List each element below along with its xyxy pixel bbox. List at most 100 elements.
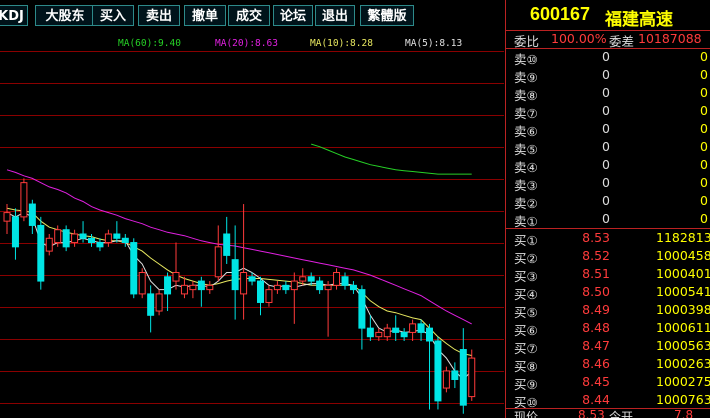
current-price-label: 现价 xyxy=(514,410,539,418)
sell-row[interactable]: 卖① 0 0 xyxy=(506,210,710,229)
buy-volume: 1000398 xyxy=(656,302,710,317)
kline-chart[interactable]: MA(60):9.40 MA(20):8.63 MA(10):8.28 MA(5):8… xyxy=(0,31,504,418)
candle-up xyxy=(468,357,476,398)
toolbar-button-2[interactable]: 买入 xyxy=(92,5,134,26)
sell-price: 0 xyxy=(602,49,610,64)
order-book-panel: 600167 福建高速 委比 100.00% 委差 10187088 卖⑩ 0 0 卖… xyxy=(505,0,710,418)
sell-row[interactable]: 卖⑤ 0 0 xyxy=(506,138,710,157)
buy-volume: 1182813 xyxy=(656,230,710,245)
buy-row[interactable]: 买⑩ 8.44 1000763 xyxy=(506,391,710,410)
candle-up xyxy=(155,293,163,312)
candle-up xyxy=(442,370,450,389)
sell-price: 0 xyxy=(602,103,610,118)
buy-row[interactable]: 买⑨ 8.45 1000275 xyxy=(506,373,710,392)
candle-up xyxy=(333,272,341,286)
candle-up xyxy=(3,212,11,222)
sell-volume: 0 xyxy=(700,85,708,100)
candle-up xyxy=(54,229,62,244)
sell-row[interactable]: 卖⑩ 0 0 xyxy=(506,48,710,67)
candle-up xyxy=(409,323,417,333)
buy-price: 8.53 xyxy=(582,230,610,245)
buy-price: 8.44 xyxy=(582,392,610,407)
candle-down xyxy=(434,340,442,402)
buy-row[interactable]: 买③ 8.51 1000401 xyxy=(506,265,710,284)
toolbar-button-3[interactable]: 卖出 xyxy=(138,5,180,26)
candle-up xyxy=(299,276,307,282)
buy-volume: 1000275 xyxy=(656,374,710,389)
toolbar-button-1[interactable]: 大股东 xyxy=(35,5,95,26)
sell-price: 0 xyxy=(602,211,610,226)
sell-row[interactable]: 卖⑥ 0 0 xyxy=(506,120,710,139)
candle-down xyxy=(282,284,290,291)
buy-row[interactable]: 买⑥ 8.48 1000611 xyxy=(506,319,710,338)
sell-row[interactable]: 卖⑦ 0 0 xyxy=(506,102,710,121)
sell-price: 0 xyxy=(602,121,610,136)
candle-up xyxy=(180,284,188,295)
toolbar: KDJ 大股东 买入 卖出 撤单 成交 论坛 退出 繁體版 xyxy=(0,0,505,31)
toolbar-button-7[interactable]: 退出 xyxy=(315,5,355,26)
candle-down xyxy=(79,233,87,239)
buy-volume: 1000541 xyxy=(656,284,710,299)
buy-row[interactable]: 买⑧ 8.46 1000263 xyxy=(506,355,710,374)
buy-price: 8.52 xyxy=(582,248,610,263)
buy-price: 8.51 xyxy=(582,266,610,281)
sell-row[interactable]: 卖② 0 0 xyxy=(506,192,710,211)
candle-down xyxy=(96,242,104,248)
candle-down xyxy=(366,327,374,338)
weibi-row: 委比 100.00% 委差 10187088 xyxy=(506,30,710,49)
buy-volume: 1000763 xyxy=(656,392,710,407)
candle-down xyxy=(231,259,239,291)
buy-row[interactable]: 买⑤ 8.49 1000398 xyxy=(506,301,710,320)
candle-down xyxy=(316,280,324,291)
stock-header: 600167 福建高速 xyxy=(506,0,710,31)
sell-row[interactable]: 卖⑨ 0 0 xyxy=(506,66,710,85)
sell-volume: 0 xyxy=(700,193,708,208)
buy-row[interactable]: 买② 8.52 1000458 xyxy=(506,247,710,266)
candle-down xyxy=(62,229,70,248)
candle-down xyxy=(341,276,349,286)
sell-volume: 0 xyxy=(700,49,708,64)
ma20-line xyxy=(6,169,472,325)
candle-down xyxy=(349,284,357,291)
sell-price: 0 xyxy=(602,139,610,154)
sell-row[interactable]: 卖③ 0 0 xyxy=(506,174,710,193)
toolbar-button-4[interactable]: 撤单 xyxy=(184,5,226,26)
candle-down xyxy=(248,276,256,282)
ma-legend-1: MA(20):8.63 xyxy=(215,38,278,49)
candle-down xyxy=(451,370,459,380)
candle-down xyxy=(459,349,467,406)
candle-down xyxy=(307,276,315,282)
buy-volume: 1000458 xyxy=(656,248,710,263)
candle-down xyxy=(257,280,264,303)
sell-volume: 0 xyxy=(700,175,708,190)
candle-up xyxy=(172,272,180,282)
candle-up xyxy=(240,272,248,295)
toolbar-button-6[interactable]: 论坛 xyxy=(273,5,313,26)
candle-down xyxy=(417,323,425,333)
candle-up xyxy=(290,280,298,291)
candle-up xyxy=(45,237,53,252)
toolbar-button-0[interactable]: KDJ xyxy=(0,5,28,26)
buy-volume: 1000401 xyxy=(656,266,710,281)
sell-price: 0 xyxy=(602,67,610,82)
toolbar-button-5[interactable]: 成交 xyxy=(228,5,270,26)
candle-down xyxy=(37,224,45,282)
candle-up xyxy=(265,289,273,303)
candle-up xyxy=(375,331,383,338)
buy-volume: 1000611 xyxy=(656,320,710,335)
candle-down xyxy=(121,237,129,244)
buy-row[interactable]: 买① 8.53 1182813 xyxy=(506,229,710,248)
toolbar-button-8[interactable]: 繁體版 xyxy=(360,5,414,26)
candle-down xyxy=(400,331,408,338)
candle-down xyxy=(392,327,400,333)
candle-up xyxy=(138,272,146,295)
sell-row[interactable]: 卖④ 0 0 xyxy=(506,156,710,175)
ma-legend-2: MA(10):8.28 xyxy=(310,38,373,49)
sell-row[interactable]: 卖⑧ 0 0 xyxy=(506,84,710,103)
sell-volume: 0 xyxy=(700,103,708,118)
buy-row[interactable]: 买④ 8.50 1000541 xyxy=(506,283,710,302)
sell-volume: 0 xyxy=(700,211,708,226)
candle-up xyxy=(206,284,214,291)
stock-code: 600167 xyxy=(530,4,591,24)
buy-row[interactable]: 买⑦ 8.47 1000563 xyxy=(506,337,710,356)
